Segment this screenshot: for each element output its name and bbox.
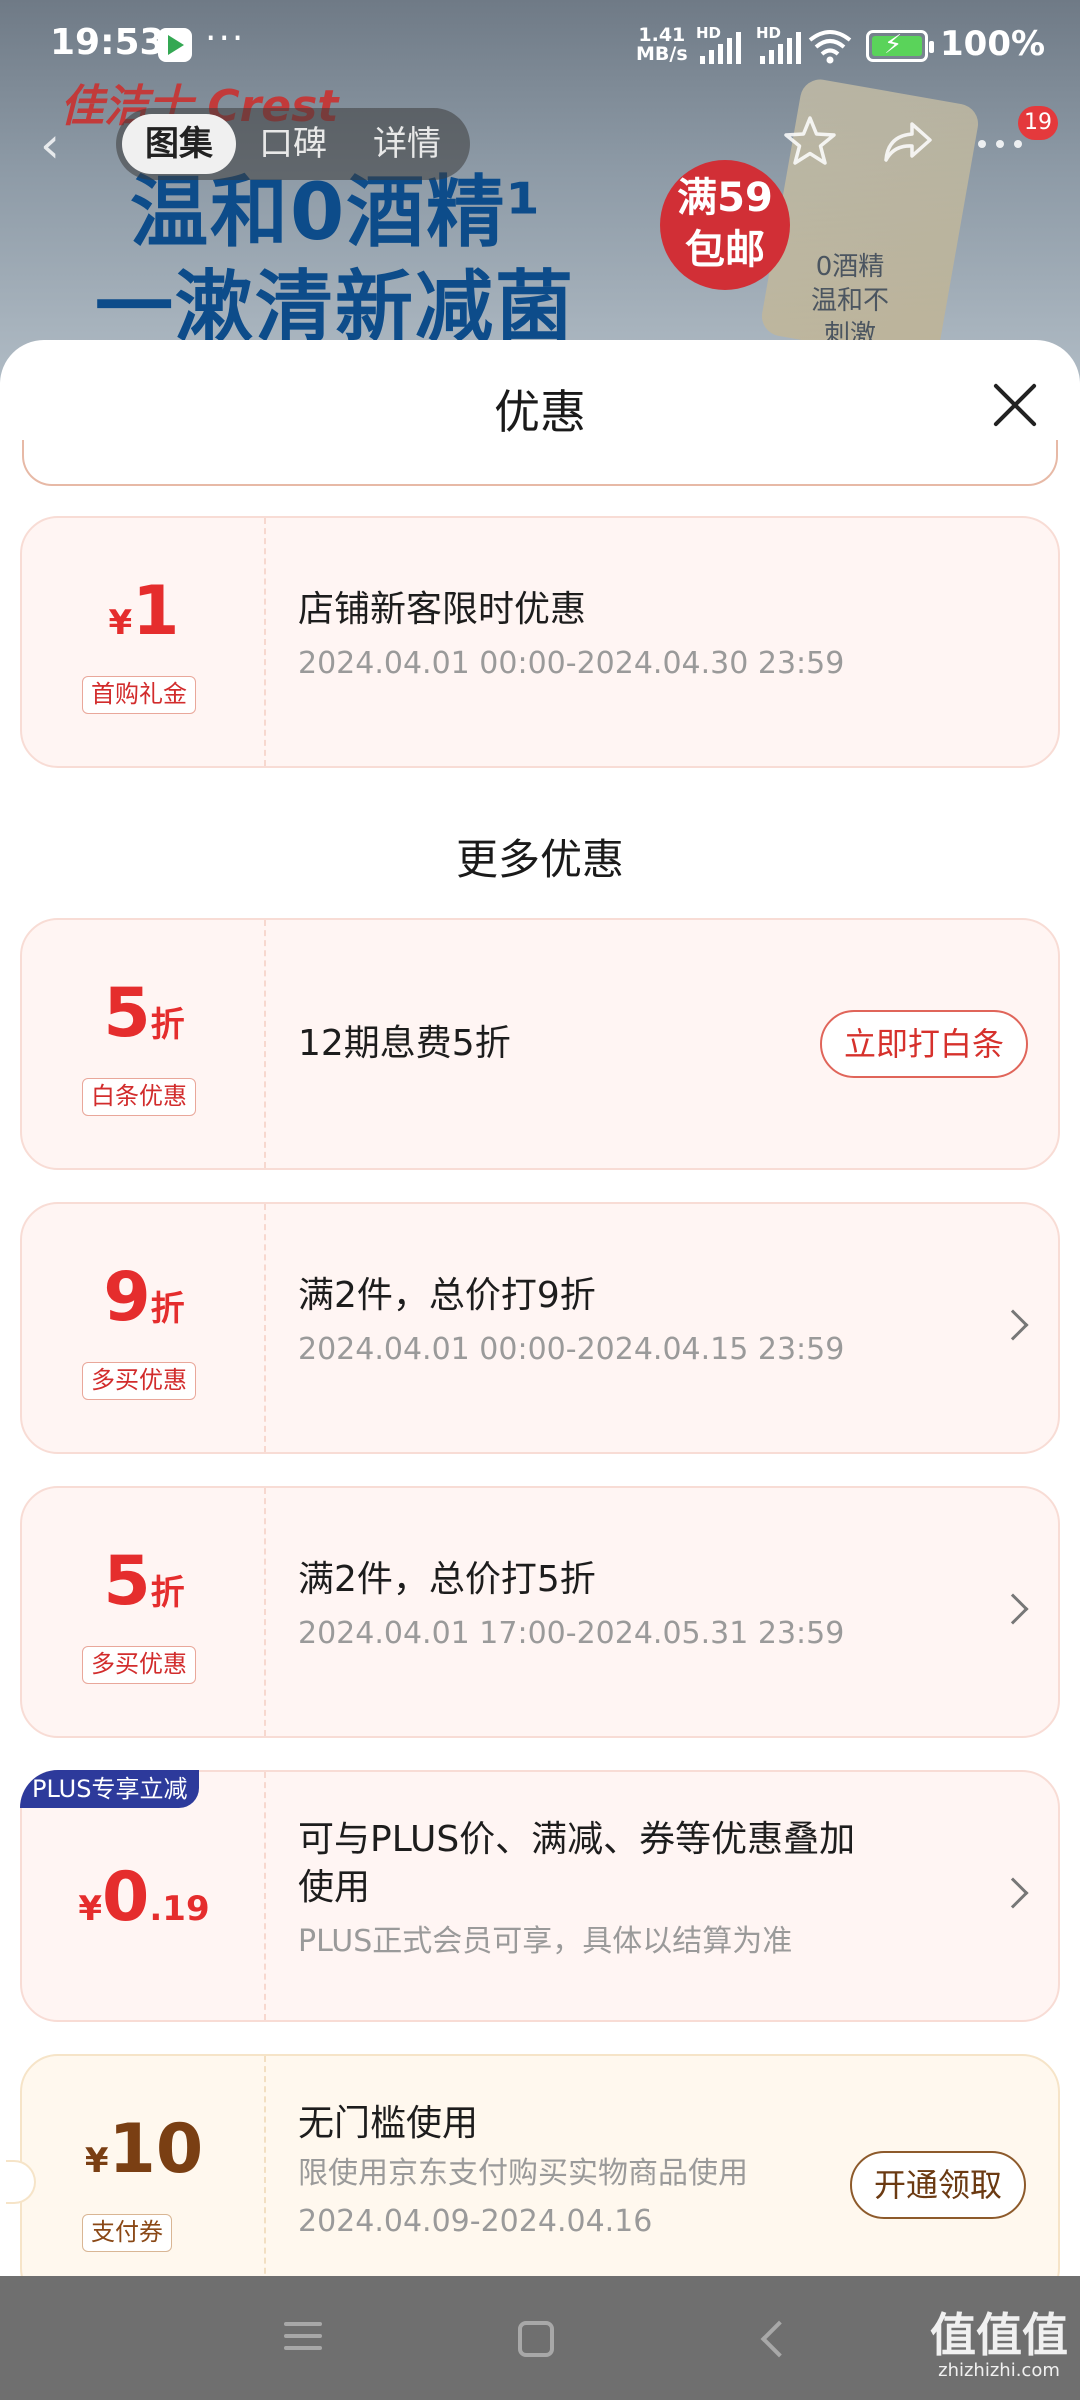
message-count-badge: 19 (1018, 106, 1058, 140)
share-icon[interactable] (878, 112, 938, 172)
close-icon[interactable] (990, 380, 1040, 430)
coupon-payment[interactable]: ¥10 支付券 无门槛使用 限使用京东支付购买实物商品使用 2024.04.09… (6, 2054, 1060, 2276)
coupon-title-line-1: 可与PLUS价、满减、券等优惠叠加 (298, 1819, 856, 1860)
back-nav-icon[interactable] (760, 2320, 798, 2358)
coupon-multi-buy-50[interactable]: 5折 多买优惠 满2件，总价打5折 2024.04.01 17:00-2024.… (20, 1486, 1060, 1738)
coupon-title: 12期息费5折 (298, 1023, 511, 1064)
coupon-info: 店铺新客限时优惠 2024.04.01 00:00-2024.04.30 23:… (298, 586, 868, 684)
coupon-validity: 2024.04.01 00:00-2024.04.15 23:59 (298, 1332, 845, 1367)
menu-icon[interactable] (284, 2314, 334, 2364)
signal-icon-1 (700, 30, 741, 64)
coupon-multi-buy-90[interactable]: 9折 多买优惠 满2件，总价打9折 2024.04.01 00:00-2024.… (20, 1202, 1060, 1454)
banner-side-text: 0酒精 温和不刺激 (810, 252, 889, 350)
coupon-title: 满2件，总价打5折 (298, 1559, 596, 1600)
system-nav-bar (0, 2276, 1080, 2400)
sheet-title: 优惠 (494, 385, 586, 439)
coupon-condition: 限使用京东支付购买实物商品使用 (298, 2156, 748, 2191)
network-speed-unit: MB/s (636, 43, 688, 65)
watermark-url: zhizhizhi.com (938, 2360, 1060, 2381)
coupon-validity: 2024.04.09-2024.04.16 (298, 2204, 653, 2239)
play-store-icon (158, 28, 192, 62)
back-icon[interactable]: ‹ (40, 120, 80, 170)
coupon-info: 满2件，总价打9折 2024.04.01 00:00-2024.04.15 23… (298, 1272, 868, 1370)
coupon-title-line-2: 使用 (298, 1867, 371, 1908)
chevron-right-icon (997, 1593, 1029, 1625)
coupon-title: 满2件，总价打9折 (298, 1275, 596, 1316)
chevron-right-icon (997, 1877, 1029, 1909)
tab-details[interactable]: 详情 (350, 114, 464, 174)
coupon-tag: 支付券 (82, 2214, 172, 2252)
scrolled-coupon-edge (22, 440, 1058, 486)
coupon-tag: 多买优惠 (82, 1646, 196, 1684)
watermark-main: 值值值 (930, 2308, 1068, 2362)
home-icon[interactable] (518, 2321, 554, 2357)
more-discounts-heading: 更多优惠 (455, 835, 624, 884)
coupon-info: 无门槛使用 限使用京东支付购买实物商品使用 2024.04.09-2024.04… (298, 2100, 868, 2242)
product-tabs: 图集 口碑 详情 (116, 108, 470, 180)
coupon-amount: ¥10 (84, 2110, 204, 2189)
coupon-validity: 2024.04.01 17:00-2024.05.31 23:59 (298, 1616, 845, 1651)
more-notifications-icon: ··· (205, 18, 246, 59)
coupon-first-purchase[interactable]: ¥1 首购礼金 店铺新客限时优惠 2024.04.01 00:00-2024.0… (20, 516, 1060, 768)
coupon-note: PLUS正式会员可享，具体以结算为准 (298, 1924, 793, 1959)
status-bar: 19:53 ··· 1.41 MB/s HD HD ⚡ 100% (0, 0, 1080, 96)
coupon-amount: 5折 (103, 974, 185, 1053)
coupon-baitiao[interactable]: 5折 白条优惠 12期息费5折 立即打白条 (20, 918, 1060, 1170)
charging-icon: ⚡ (884, 30, 903, 60)
network-speed: 1.41 MB/s (636, 26, 688, 64)
discount-bottom-sheet: 优惠 ¥1 首购礼金 店铺新客限时优惠 2024.04.01 00:00-202… (0, 340, 1080, 2276)
coupon-title: 店铺新客限时优惠 (298, 589, 587, 630)
coupon-tag: 白条优惠 (82, 1078, 196, 1116)
signal-icon-2 (760, 30, 801, 64)
coupon-title: 无门槛使用 (298, 2103, 479, 2144)
coupon-validity: 2024.04.01 00:00-2024.04.30 23:59 (298, 646, 845, 681)
coupon-amount: 5折 (103, 1542, 185, 1621)
product-top-nav: ‹ 图集 口碑 详情 19 (0, 100, 1080, 190)
plus-ribbon: PLUS专享立减 (20, 1770, 200, 1808)
claim-coupon-button[interactable]: 开通领取 (849, 2151, 1026, 2219)
coupon-amount: 9折 (103, 1258, 185, 1337)
watermark-logo: 值值值 zhizhizhi.com (930, 2310, 1068, 2382)
chevron-right-icon (997, 1309, 1029, 1341)
coupon-plus[interactable]: PLUS专享立减 ¥0.19 可与PLUS价、满减、券等优惠叠加 使用 PLUS… (20, 1770, 1060, 2022)
open-baitiao-button[interactable]: 立即打白条 (819, 1010, 1028, 1078)
favorite-star-icon[interactable] (780, 112, 840, 172)
battery-percent: 100% (940, 24, 1046, 64)
status-time: 19:53 (50, 22, 165, 63)
coupon-info: 满2件，总价打5折 2024.04.01 17:00-2024.05.31 23… (298, 1556, 868, 1654)
coupon-tag: 多买优惠 (82, 1362, 196, 1400)
tab-gallery[interactable]: 图集 (122, 114, 236, 174)
coupon-info: 12期息费5折 (298, 1020, 868, 1068)
tab-reviews[interactable]: 口碑 (236, 114, 350, 174)
coupon-amount: ¥0.19 (78, 1858, 210, 1937)
wifi-icon (808, 30, 852, 64)
coupon-amount: ¥1 (108, 572, 180, 651)
coupon-info: 可与PLUS价、满减、券等优惠叠加 使用 PLUS正式会员可享，具体以结算为准 (298, 1816, 898, 1962)
coupon-tag: 首购礼金 (82, 676, 196, 714)
